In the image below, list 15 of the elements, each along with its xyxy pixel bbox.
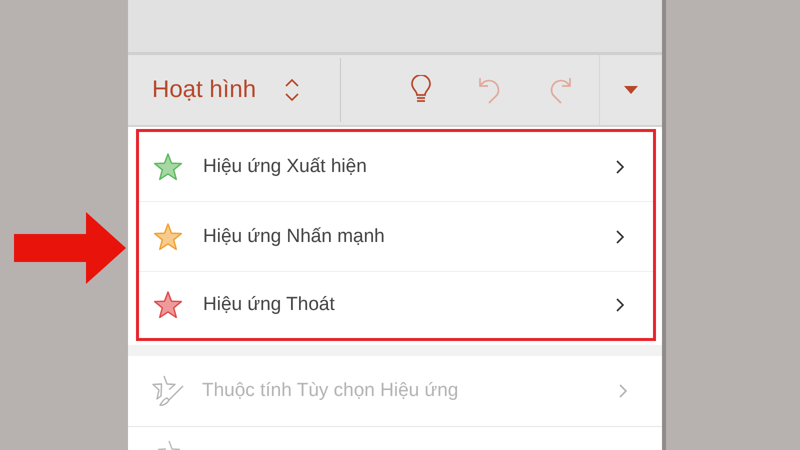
effect-label: Hiệu ứng Xuất hiện — [203, 156, 368, 178]
up-down-chevron-icon — [284, 77, 300, 103]
effect-label: Hiệu ứng Nhấn mạnh — [203, 226, 386, 248]
chevron-right-icon — [618, 383, 628, 399]
caret-down-icon — [624, 86, 638, 94]
chevron-right-icon — [615, 228, 625, 244]
star-brush-icon — [152, 374, 186, 408]
effect-label: Hiệu ứng Thoát — [203, 294, 336, 316]
effect-menu-item[interactable]: Hiệu ứng Thoát — [139, 272, 653, 338]
tab-selector[interactable]: Hoạt hình — [128, 55, 340, 125]
chevron-right-icon — [615, 158, 625, 174]
effect-menu-item[interactable]: Hiệu ứng Nhấn mạnh — [139, 202, 653, 272]
chevron-right-icon — [615, 297, 625, 313]
menu-label: Thuộc tính Tùy chọn Hiệu ứng — [202, 380, 460, 402]
effect-menu-item[interactable]: Hiệu ứng Xuất hiện — [139, 132, 653, 202]
